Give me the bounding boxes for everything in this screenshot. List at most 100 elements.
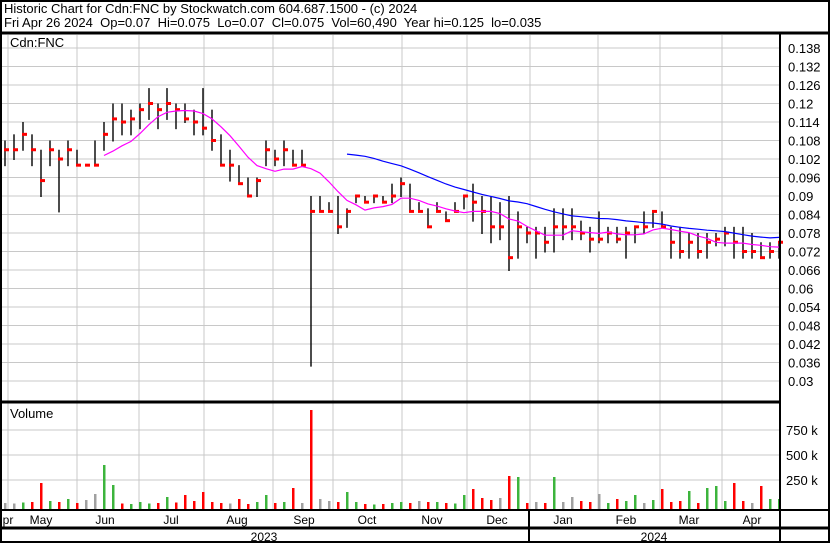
volume-bar	[76, 503, 79, 510]
volume-bar	[661, 489, 664, 510]
close-tick	[310, 209, 315, 213]
close-tick	[292, 163, 297, 167]
close-tick	[391, 194, 396, 198]
price-tick-label: 0.096	[788, 171, 821, 186]
close-tick	[769, 250, 774, 253]
month-label: Jul	[163, 513, 178, 527]
volume-bar	[571, 497, 574, 510]
close-tick	[643, 225, 648, 229]
close-tick	[409, 209, 414, 213]
close-tick	[130, 117, 135, 121]
close-tick	[229, 163, 234, 167]
price-tick-label: 0.12	[788, 97, 813, 112]
volume-bar	[490, 500, 493, 510]
volume-bar	[85, 500, 88, 510]
volume-bar	[4, 503, 7, 510]
price-tick-label: 0.09	[788, 189, 813, 204]
volume-bar	[274, 503, 277, 510]
volume-bar	[724, 501, 727, 510]
price-tick-label: 0.132	[788, 60, 821, 75]
price-tick-label: 0.042	[788, 337, 821, 352]
volume-bar	[607, 503, 610, 510]
close-tick	[364, 200, 369, 204]
volume-bar	[580, 501, 583, 510]
close-tick	[625, 231, 630, 235]
volume-tick-label: 250 k	[786, 473, 818, 488]
close-tick	[85, 163, 90, 167]
volume-bar	[400, 502, 403, 510]
close-tick	[634, 225, 639, 229]
month-label: Oct	[358, 513, 377, 527]
price-tick-label: 0.108	[788, 134, 821, 149]
close-tick	[166, 102, 171, 105]
close-tick	[256, 179, 261, 183]
volume-bar	[337, 502, 340, 510]
close-tick	[67, 148, 72, 152]
close-tick	[571, 225, 576, 229]
volume-bar	[625, 501, 628, 510]
volume-bar	[283, 502, 286, 510]
close-tick	[697, 250, 702, 253]
close-tick	[589, 237, 594, 241]
close-tick	[670, 240, 675, 244]
close-tick	[220, 163, 225, 167]
close-tick	[436, 209, 441, 213]
close-tick	[265, 148, 270, 152]
close-tick	[76, 163, 81, 167]
close-tick	[400, 182, 405, 186]
volume-tick-label: 750 k	[786, 423, 818, 438]
volume-bar	[562, 502, 565, 510]
month-label: Jun	[95, 513, 114, 527]
close-tick	[202, 126, 207, 130]
volume-bar	[103, 465, 106, 510]
volume-bar	[697, 503, 700, 510]
volume-bar	[589, 502, 592, 510]
price-tick-label: 0.138	[788, 41, 821, 56]
close-tick	[337, 225, 342, 229]
close-tick	[193, 120, 198, 124]
volume-bar	[292, 488, 295, 510]
close-tick	[355, 194, 360, 198]
volume-bar	[463, 495, 466, 510]
close-tick	[616, 237, 621, 241]
close-tick	[445, 219, 450, 223]
close-tick	[148, 102, 153, 105]
close-tick	[112, 117, 117, 121]
volume-bar	[634, 495, 637, 510]
price-tick-label: 0.078	[788, 226, 821, 241]
volume-bar	[526, 503, 529, 510]
volume-bar	[535, 502, 538, 510]
month-label: Aug	[226, 513, 247, 527]
volume-bar	[166, 497, 169, 510]
close-tick	[346, 209, 351, 213]
volume-bar	[49, 501, 52, 510]
close-tick	[652, 209, 657, 213]
price-tick-label: 0.084	[788, 208, 821, 223]
volume-bar	[175, 502, 178, 510]
price-tick-label: 0.06	[788, 282, 813, 297]
close-tick	[382, 200, 387, 204]
stock-chart: Historic Chart for Cdn:FNC by Stockwatch…	[0, 0, 830, 543]
month-label: Sep	[293, 513, 315, 527]
close-tick	[688, 240, 693, 244]
close-tick	[499, 225, 504, 229]
volume-bar	[517, 477, 520, 510]
month-label: Apr	[743, 513, 762, 527]
close-tick	[598, 237, 603, 241]
volume-bar	[715, 486, 718, 510]
close-tick	[31, 148, 36, 152]
close-tick	[742, 250, 747, 253]
volume-bar	[31, 502, 34, 510]
close-tick	[319, 209, 324, 213]
volume-bar	[472, 489, 475, 510]
price-tick-label: 0.048	[788, 319, 821, 334]
close-tick	[706, 240, 711, 244]
close-tick	[373, 194, 378, 198]
chart-svg: 0.138 0.132 0.126 0.12 0.114 0.108 0.102 0.096 0…	[0, 0, 830, 543]
volume-bar	[751, 503, 754, 510]
close-tick	[22, 132, 27, 136]
price-tick-label: 0.114	[788, 115, 820, 130]
close-tick	[472, 200, 477, 204]
volume-bar	[301, 503, 304, 510]
volume-bar	[67, 499, 70, 510]
